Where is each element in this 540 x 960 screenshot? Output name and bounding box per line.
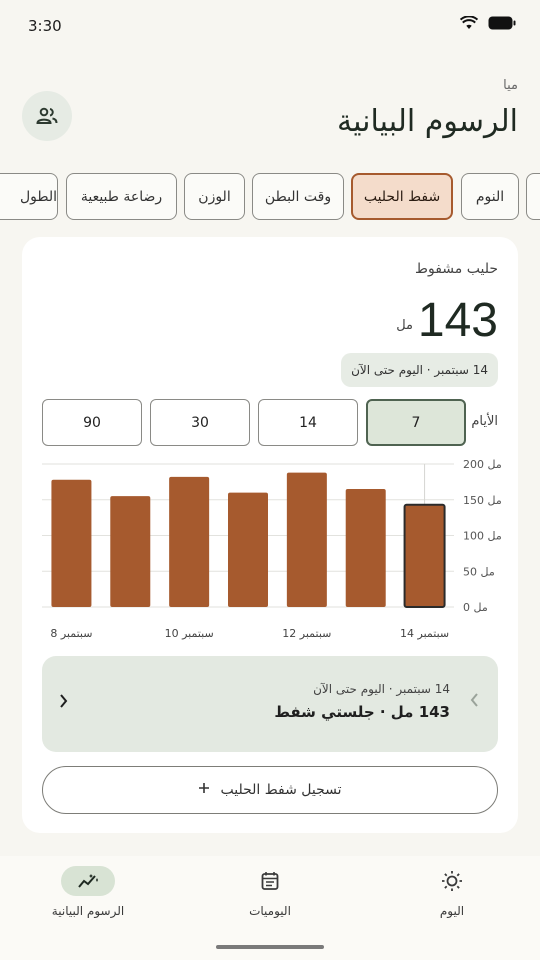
nav-today-label: اليوم [439, 904, 465, 918]
trend-chart-icon [78, 874, 98, 888]
nav-journal-pill [243, 866, 297, 896]
total-value: 143 [417, 294, 498, 347]
bar-14 سبتمبر[interactable] [403, 503, 446, 609]
switch-profile-button[interactable] [22, 91, 72, 141]
bar-9 سبتمبر[interactable] [110, 496, 151, 607]
pumping-bar-chart: 0 مل 50 مل 100 مل 150 مل 200 مل 8 سبتمبر 10 سب… [42, 458, 502, 640]
nav-charts[interactable]: الرسوم البيانية [28, 866, 148, 918]
y-tick-label: 200 مل [463, 458, 502, 471]
tab-weight[interactable]: الوزن [184, 173, 245, 220]
card-title: حليب مشفوط [415, 261, 498, 277]
date-range-chip: 14 سبتمبر · اليوم حتى الآن [341, 353, 498, 387]
wifi-icon [460, 16, 478, 29]
child-name: ميا [503, 78, 518, 93]
tab-edge[interactable] [526, 173, 540, 220]
chart-card: حليب مشفوط 143 مل 14 سبتمبر · اليوم حتى … [22, 237, 518, 833]
x-tick-label: 14 سبتمبر [400, 627, 449, 640]
people-icon [36, 107, 58, 124]
bar-8 سبتمبر[interactable] [51, 479, 92, 607]
summary-date: 14 سبتمبر · اليوم حتى الآن [313, 682, 450, 696]
bar-12 سبتمبر[interactable] [286, 472, 327, 607]
tab-tummy-time[interactable]: وقت البطن [252, 173, 344, 220]
bar-11 سبتمبر[interactable] [228, 492, 268, 607]
y-tick-label: 0 مل [463, 601, 488, 614]
tab-breastfeeding[interactable]: رضاعة طبيعية [66, 173, 177, 220]
tab-pumping[interactable]: شفط الحليب [351, 173, 453, 220]
status-bar: 3:30 [0, 0, 540, 52]
nav-charts-pill [61, 866, 115, 896]
days-7-button[interactable]: 7 [366, 399, 466, 446]
chevron-right-icon[interactable] [470, 692, 480, 712]
bar-10 سبتمبر[interactable] [169, 476, 210, 607]
log-pumping-button[interactable]: تسجيل شفط الحليب [42, 766, 498, 814]
nav-journal-label: اليوميات [249, 904, 291, 918]
nav-charts-label: الرسوم البيانية [51, 904, 125, 918]
battery-icon [488, 16, 516, 30]
x-tick-label: 10 سبتمبر [165, 627, 214, 640]
status-icons [460, 16, 516, 30]
nav-today[interactable]: اليوم [392, 866, 512, 918]
day-summary[interactable]: 14 سبتمبر · اليوم حتى الآن 143 مل · جلست… [42, 656, 498, 752]
category-tabs: النوم شفط الحليب وقت البطن الوزن رضاعة ط… [0, 173, 540, 221]
home-indicator [216, 945, 324, 949]
total-unit: مل [396, 318, 413, 333]
summary-total: 143 مل · جلستي شفط [274, 703, 450, 721]
nav-today-pill [425, 866, 479, 896]
tab-sleep[interactable]: النوم [461, 173, 519, 220]
tab-height[interactable]: الطول [0, 173, 58, 220]
log-pumping-label: تسجيل شفط الحليب [220, 782, 342, 798]
y-tick-label: 50 مل [463, 565, 495, 578]
days-30-button[interactable]: 30 [150, 399, 250, 446]
page-title: الرسوم البيانية [337, 104, 518, 139]
nav-journal[interactable]: اليوميات [210, 866, 330, 918]
bar-13 سبتمبر[interactable] [345, 489, 386, 607]
status-time: 3:30 [28, 17, 62, 35]
days-90-button[interactable]: 90 [42, 399, 142, 446]
y-tick-label: 100 مل [463, 530, 502, 543]
calendar-icon [261, 872, 279, 890]
x-tick-label: 8 سبتمبر [50, 627, 92, 640]
plus-icon [198, 782, 210, 798]
days-14-button[interactable]: 14 [258, 399, 358, 446]
chevron-left-icon[interactable] [58, 693, 68, 713]
days-label: الأيام [471, 414, 498, 429]
x-tick-label: 12 سبتمبر [282, 627, 331, 640]
sun-icon [442, 871, 462, 891]
y-tick-label: 150 مل [463, 494, 502, 507]
